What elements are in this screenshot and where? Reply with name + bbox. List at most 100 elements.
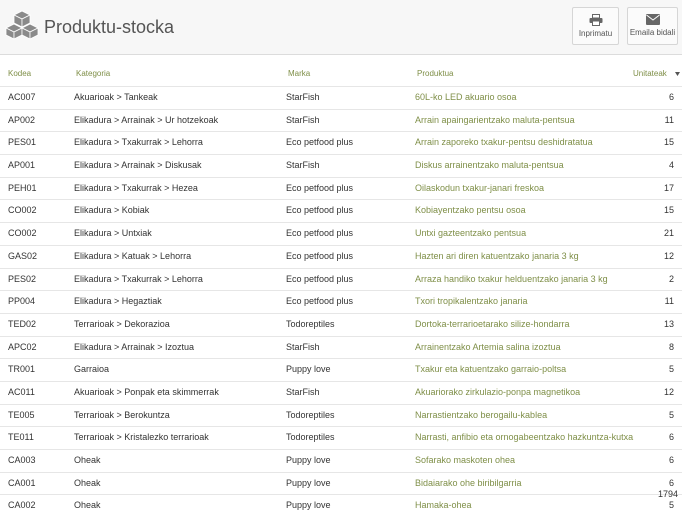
print-button[interactable]: Inprimatu [572,7,619,45]
cell-product[interactable]: Diskus arrainentzako maluta-pentsua [415,160,564,170]
cell-code: TE005 [8,409,35,420]
table-row[interactable]: CA003 Oheak Puppy love Sofarako maskoten oh… [0,449,682,472]
cell-category: Elikadura > Katuak > Lehorra [74,250,192,261]
cell-brand: Puppy love [286,364,331,375]
cell-units: 5 [668,364,674,375]
column-header-units[interactable]: Unitateak [633,69,667,78]
cell-brand: Eco petfood plus [286,273,354,284]
table-row[interactable]: TR001 Garraioa Puppy love Txakur eta katuen… [0,358,682,381]
table-header: Kodea Kategoria Marka Produktua Unitatea… [0,62,682,86]
cell-product[interactable]: 60L-ko LED akuario osoa [415,92,517,102]
cell-code: TED02 [8,318,37,329]
cell-product[interactable]: Hamaka-ohea [415,500,472,510]
column-header-product[interactable]: Produktua [417,69,453,78]
cell-product[interactable]: Arraza handiko txakur helduentzako janar… [415,274,608,284]
cell-product[interactable]: Kobiayentzako pentsu osoa [415,205,526,215]
printer-icon [589,14,602,26]
table-row[interactable]: AP002 Elikadura > Arrainak > Ur hotzekoak… [0,108,682,132]
table-row[interactable]: AP001 Elikadura > Arrainak > Diskusak Star… [0,154,682,177]
cell-product[interactable]: Hazten ari diren katuentzako janaria 3 k… [415,251,579,261]
cell-code: PEH01 [8,182,37,193]
cell-product[interactable]: Arrain apaingarientzako maluta-pentsua [415,115,575,125]
send-email-button-label: Emaila bidali [629,28,676,37]
cell-units: 5 [668,409,674,420]
cell-units: 12 [663,250,674,261]
table-row[interactable]: APC02 Elikadura > Arrainak > Izoztua StarF… [0,335,682,359]
cell-brand: Eco petfood plus [286,205,354,216]
cell-category: Elikadura > Kobiak [74,205,150,216]
cell-category: Elikadura > Arrainak > Diskusak [74,160,202,171]
table-row[interactable]: PES01 Elikadura > Txakurrak > Lehorra Eco … [0,131,682,154]
cell-code: AP002 [8,114,36,125]
column-header-brand[interactable]: Marka [288,69,310,78]
column-header-category[interactable]: Kategoria [76,69,110,78]
cell-product[interactable]: Oilaskodun txakur-janari freskoa [415,183,544,193]
cell-code: CA002 [8,500,36,511]
cell-code: PP004 [8,296,36,307]
stock-table: Kodea Kategoria Marka Produktua Unitatea… [0,62,682,517]
cell-brand: Puppy love [286,500,331,511]
cell-brand: Puppy love [286,455,331,465]
cell-product[interactable]: Dortoka-terrarioetarako silize-hondarra [415,319,570,329]
cell-units: 6 [668,92,674,102]
cell-brand: StarFish [286,160,320,171]
cell-code: GAS02 [8,250,38,261]
table-row[interactable]: GAS02 Elikadura > Katuak > Lehorra Eco pet… [0,244,682,268]
table-row[interactable]: PEH01 Elikadura > Txakurrak > Hezea Eco pe… [0,176,682,200]
cell-brand: StarFish [286,92,320,102]
cell-code: CA003 [8,455,36,465]
cell-code: CO002 [8,205,37,216]
cell-code: TR001 [8,364,36,375]
cell-category: Oheak [74,477,101,488]
cell-product[interactable]: Bidaiarako ohe biribilgarria [415,478,522,488]
cell-brand: StarFish [286,341,320,352]
cell-category: Terrarioak > Kristalezko terrarioak [74,432,209,443]
cell-product[interactable]: Txakur eta katuentzako garraio-poltsa [415,364,566,374]
envelope-icon [645,14,660,25]
table-row[interactable]: TE005 Terrarioak > Berokuntza Todoreptiles… [0,403,682,427]
send-email-button[interactable]: Emaila bidali [627,7,678,45]
table-row[interactable]: AC007 Akuarioak > Tankeak StarFish 60L-ko L… [0,86,682,109]
cell-units: 4 [668,160,674,171]
cell-units: 15 [663,137,674,148]
cell-category: Garraioa [74,364,110,375]
page-header: Produktu-stocka Inprimatu Emaila bidali [0,0,682,55]
cell-units: 11 [664,114,674,125]
cell-product[interactable]: Akuariorako zirkulazio-ponpa magnetikoa [415,387,580,397]
cell-brand: Puppy love [286,477,331,488]
table-row[interactable]: CO002 Elikadura > Untxiak Eco petfood plus… [0,222,682,245]
cell-category: Terrarioak > Dekorazioa [74,318,170,329]
cell-code: PES01 [8,137,37,148]
cell-category: Elikadura > Arrainak > Ur hotzekoak [74,114,219,125]
cell-product[interactable]: Arrainentzako Artemia salina izoztua [415,342,561,352]
cell-product[interactable]: Narrastientzako berogailu-kablea [415,410,547,420]
table-row[interactable]: AC011 Akuarioak > Ponpak eta skimmerrak St… [0,380,682,404]
table-row[interactable]: CO002 Elikadura > Kobiak Eco petfood plus K… [0,199,682,222]
column-header-code[interactable]: Kodea [8,69,31,78]
table-row[interactable]: PP004 Elikadura > Hegaztiak Eco petfood pl… [0,290,682,313]
cell-category: Terrarioak > Berokuntza [74,409,170,420]
cell-units: 8 [668,341,674,352]
chevron-down-icon[interactable] [675,72,680,76]
cell-product[interactable]: Untxi gazteentzako pentsua [415,228,526,238]
cell-code: AP001 [8,160,36,171]
table-row[interactable]: CA001 Oheak Puppy love Bidaiarako ohe birib… [0,471,682,495]
table-row[interactable]: TE011 Terrarioak > Kristalezko terrarioak… [0,426,682,449]
cell-category: Elikadura > Txakurrak > Lehorra [74,273,203,284]
page-title: Produktu-stocka [44,17,175,37]
cell-units: 21 [663,228,674,239]
table-row[interactable]: CA002 Oheak Puppy love Hamaka-ohea 5 [0,494,682,517]
cell-brand: Eco petfood plus [286,228,354,239]
table-row[interactable]: TED02 Terrarioak > Dekorazioa Todoreptiles… [0,312,682,336]
cell-code: CA001 [8,477,36,488]
cell-brand: StarFish [286,386,320,397]
cell-units: 17 [663,182,674,193]
cell-code: AC007 [8,92,36,102]
table-row[interactable]: PES02 Elikadura > Txakurrak > Lehorra Eco … [0,267,682,291]
cell-category: Oheak [74,500,101,511]
cell-brand: Eco petfood plus [286,250,354,261]
cell-product[interactable]: Narrasti, anfibio eta ornogabeentzako ha… [415,432,633,442]
cell-product[interactable]: Arrain zaporeko txakur-pentsu deshidrata… [415,137,593,147]
cell-product[interactable]: Txori tropikalentzako janaria [415,296,528,306]
cell-product[interactable]: Sofarako maskoten ohea [415,455,515,465]
